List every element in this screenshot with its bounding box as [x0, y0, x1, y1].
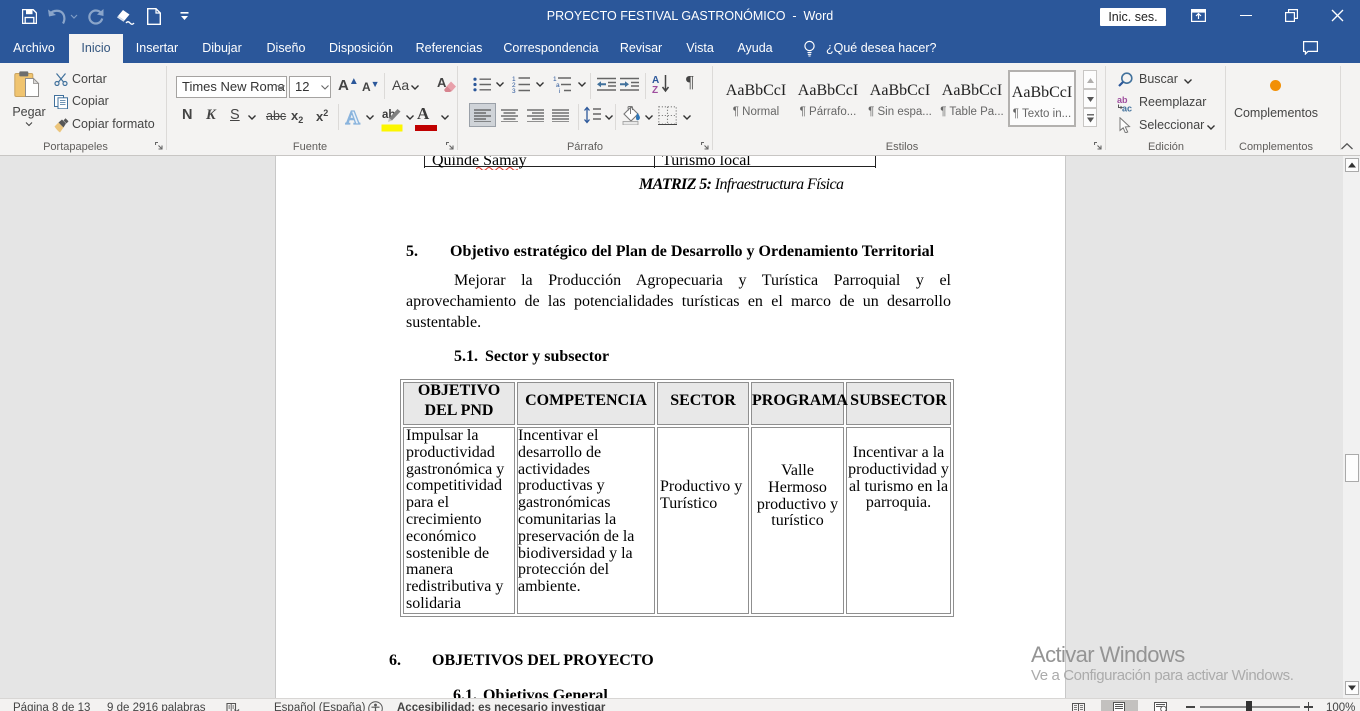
svg-text:3: 3: [512, 88, 516, 93]
svg-text:i: i: [559, 88, 560, 93]
svg-text:ac: ac: [1122, 104, 1132, 113]
svg-text:A: A: [346, 107, 361, 127]
svg-text:Z: Z: [652, 85, 658, 94]
